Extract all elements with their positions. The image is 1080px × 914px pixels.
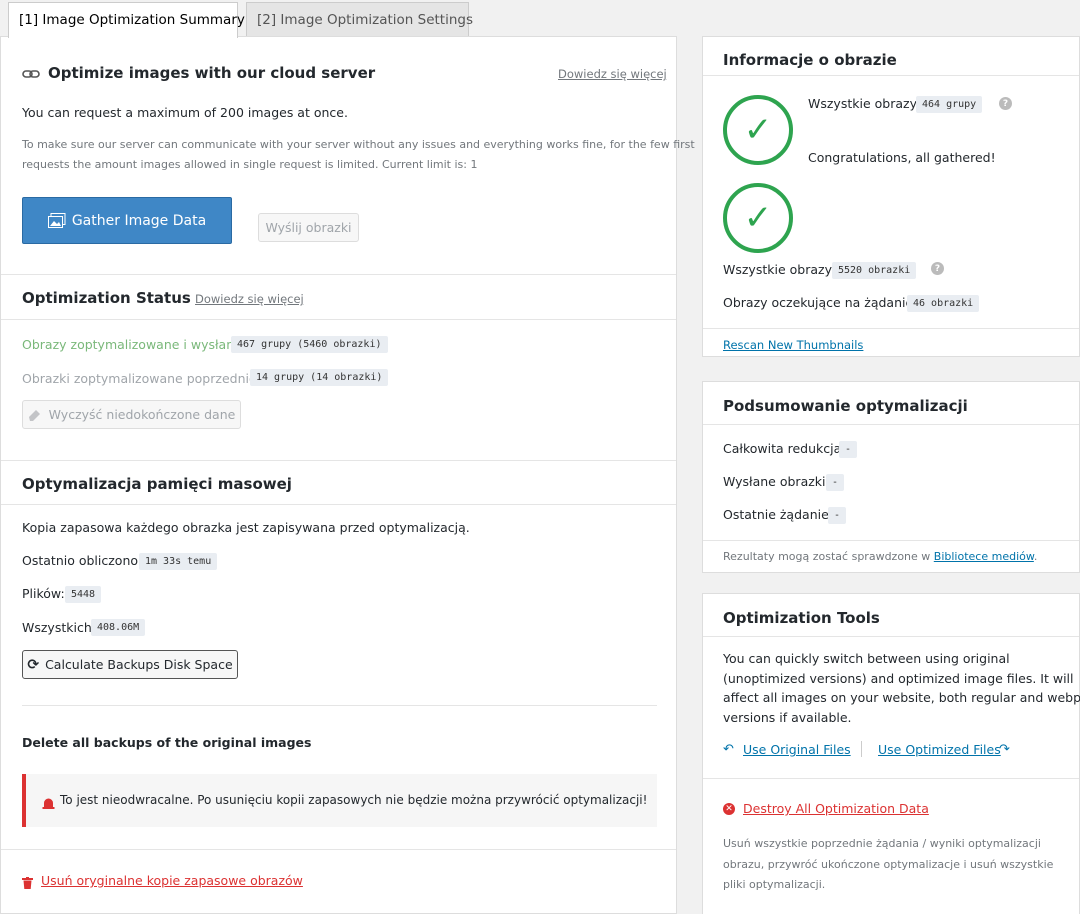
image-info-panel: Informacje o obrazie ✓ Wszystkie obrazy:… xyxy=(702,36,1080,357)
destroy-description-line-1: Usuń wszystkie poprzednie żądania / wyni… xyxy=(723,837,1041,850)
limit-note-line-1: To make sure our server can communicate … xyxy=(22,138,695,151)
optimized-sent-value: 467 grupy (5460 obrazki) xyxy=(231,336,388,353)
status-learn-more-link[interactable]: Dowiedz się więcej xyxy=(195,292,304,306)
previous-optimized-value: 14 grupy (14 obrazki) xyxy=(250,369,389,386)
error-icon: ✕ xyxy=(723,803,735,815)
trash-icon xyxy=(22,874,33,889)
use-original-files-link[interactable]: Use Original Files xyxy=(743,742,851,757)
refresh-icon: ⟳ xyxy=(27,656,40,673)
status-title: Optimization Status xyxy=(22,289,191,307)
summary-footer-end: . xyxy=(1033,550,1038,563)
check-icon: ✓ xyxy=(723,183,793,253)
total-reduction-label: Całkowita redukcja: xyxy=(723,441,846,456)
last-calculated-label: Ostatnio obliczono: xyxy=(22,553,143,568)
divider xyxy=(1,319,676,320)
tools-title: Optimization Tools xyxy=(723,609,880,627)
link-icon xyxy=(22,65,40,83)
main-panel: Optimize images with our cloud server Do… xyxy=(0,36,695,914)
pending-images-value: 46 obrazki xyxy=(907,295,980,312)
divider xyxy=(703,75,1079,76)
sent-images-label: Wysłane obrazki: xyxy=(723,474,830,489)
separator xyxy=(861,741,862,757)
calculate-backups-button[interactable]: ⟳ Calculate Backups Disk Space xyxy=(22,650,238,679)
divider xyxy=(703,540,1079,541)
delete-backups-link[interactable]: Usuń oryginalne kopie zapasowe obrazów xyxy=(41,873,303,888)
total-value: 408.06M xyxy=(91,619,146,636)
divider xyxy=(703,328,1079,329)
limit-note-line-2: requests the amount images allowed in si… xyxy=(22,158,478,171)
optimized-sent-label: Obrazy zoptymalizowane i wysłane: xyxy=(22,337,247,352)
image-info-title: Informacje o obrazie xyxy=(723,51,897,69)
summary-footer: Rezultaty mogą zostać sprawdzone w Bibli… xyxy=(723,550,1037,563)
optimization-summary-panel: Podsumowanie optymalizacji Całkowita red… xyxy=(702,381,1080,573)
tools-description-line-1: You can quickly switch between using ori… xyxy=(723,651,1010,666)
divider xyxy=(1,274,676,275)
delete-backups-title: Delete all backups of the original image… xyxy=(22,735,312,750)
all-images-groups-label: Wszystkie obrazy: xyxy=(808,96,921,111)
all-images-groups-value: 464 grupy xyxy=(916,96,983,113)
irreversible-warning: To jest nieodwracalne. Po usunięciu kopi… xyxy=(22,774,657,827)
destroy-description-line-2: obrazu, przywróć ukończone optymalizacje… xyxy=(723,858,1054,871)
clear-button-label: Wyczyść niedokończone dane xyxy=(48,407,236,422)
all-images-label: Wszystkie obrazy: xyxy=(723,262,836,277)
help-icon[interactable]: ? xyxy=(931,262,944,275)
use-optimized-files-link[interactable]: Use Optimized Files xyxy=(878,742,1001,757)
last-request-value: - xyxy=(828,507,847,524)
tab-settings[interactable]: [2] Image Optimization Settings xyxy=(246,2,473,37)
tools-description-line-3: affect all images on your website, both … xyxy=(723,690,1080,705)
images-icon xyxy=(47,212,66,229)
undo-icon: ↶ xyxy=(723,742,734,757)
storage-title: Optymalizacja pamięci masowej xyxy=(22,475,292,493)
total-label: Wszystkich: xyxy=(22,620,96,635)
max-images-text: You can request a maximum of 200 images … xyxy=(22,105,348,120)
divider xyxy=(703,778,1079,779)
tools-description-line-4: versions if available. xyxy=(723,710,852,725)
calculate-button-label: Calculate Backups Disk Space xyxy=(45,657,233,672)
divider xyxy=(1,460,676,461)
total-reduction-value: - xyxy=(839,441,858,458)
backup-description: Kopia zapasowa każdego obrazka jest zapi… xyxy=(22,520,470,535)
cloud-learn-more-link[interactable]: Dowiedz się więcej xyxy=(558,67,667,81)
all-images-value: 5520 obrazki xyxy=(832,262,917,279)
check-icon: ✓ xyxy=(723,95,793,165)
tools-description-line-2: (unoptimized versions) and optimized ima… xyxy=(723,671,1074,686)
files-value: 5448 xyxy=(65,586,102,603)
destroy-description-line-3: pliki optymalizacji. xyxy=(723,878,826,891)
sent-images-value: - xyxy=(826,474,845,491)
eraser-icon xyxy=(28,408,42,422)
alarm-icon xyxy=(42,794,55,809)
summary-title: Podsumowanie optymalizacji xyxy=(723,397,968,415)
last-calculated-value: 1m 33s temu xyxy=(139,553,218,570)
congratulations-text: Congratulations, all gathered! xyxy=(808,150,996,165)
redo-icon: ↷ xyxy=(999,742,1010,757)
gather-image-data-button[interactable]: Gather Image Data xyxy=(22,197,232,244)
previous-optimized-label: Obrazki zoptymalizowane poprzednio: xyxy=(22,371,261,386)
help-icon[interactable]: ? xyxy=(999,97,1012,110)
divider xyxy=(22,705,657,706)
divider xyxy=(703,424,1079,425)
divider xyxy=(1,849,676,850)
divider xyxy=(703,636,1079,637)
destroy-data-link[interactable]: Destroy All Optimization Data xyxy=(743,801,929,816)
rescan-thumbnails-link[interactable]: Rescan New Thumbnails xyxy=(723,338,863,352)
divider xyxy=(1,504,676,505)
last-request-label: Ostatnie żądanie: xyxy=(723,507,833,522)
pending-images-label: Obrazy oczekujące na żądanie: xyxy=(723,295,918,310)
media-library-link[interactable]: Bibliotece mediów xyxy=(934,550,1034,563)
tab-summary[interactable]: [1] Image Optimization Summary xyxy=(8,2,245,38)
optimization-tools-panel: Optimization Tools You can quickly switc… xyxy=(702,593,1080,914)
tab-bar: [1] Image Optimization Summary [2] Image… xyxy=(0,0,1080,38)
clear-unfinished-data-button[interactable]: Wyczyść niedokończone dane xyxy=(22,400,241,429)
files-label: Plików: xyxy=(22,586,65,601)
warning-text: To jest nieodwracalne. Po usunięciu kopi… xyxy=(60,793,648,807)
cloud-title: Optimize images with our cloud server xyxy=(48,64,376,82)
summary-footer-text: Rezultaty mogą zostać sprawdzone w xyxy=(723,550,934,563)
gather-button-label: Gather Image Data xyxy=(71,212,207,229)
send-images-button[interactable]: Wyślij obrazki xyxy=(258,213,359,242)
